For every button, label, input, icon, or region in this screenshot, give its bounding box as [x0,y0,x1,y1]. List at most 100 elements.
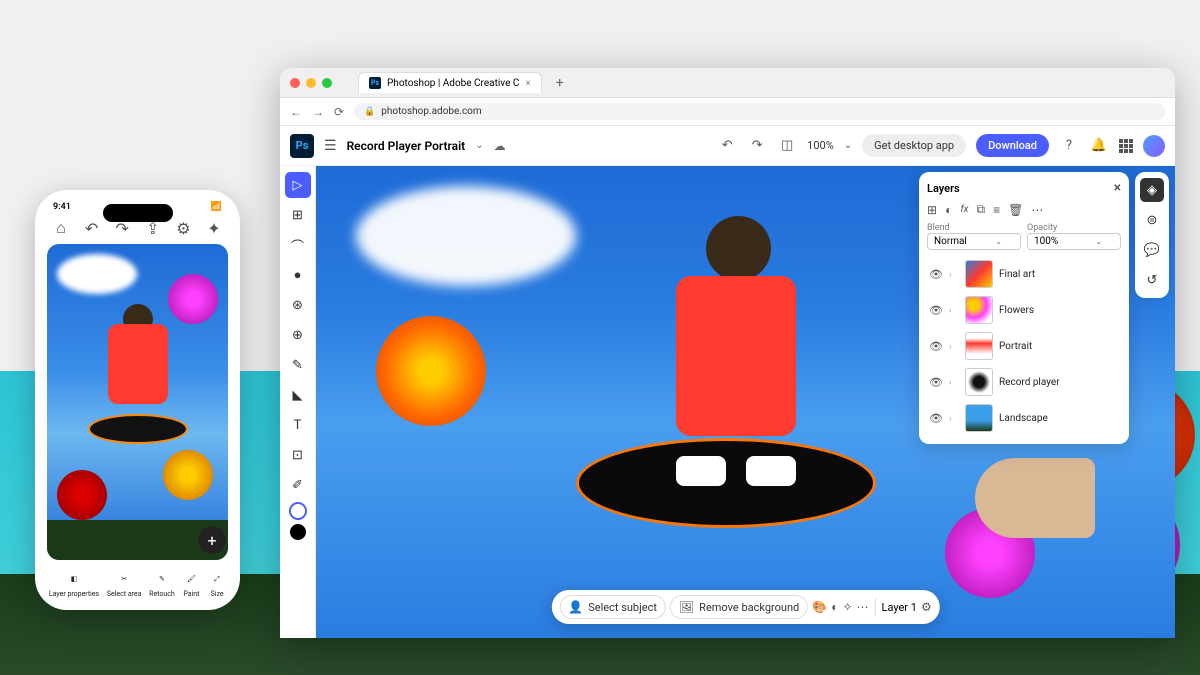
comments-icon[interactable]: 💬 [1140,238,1164,262]
type-tool[interactable]: T [285,412,311,438]
canvas-flower [168,274,218,324]
add-button[interactable]: + [198,526,226,554]
fx-icon[interactable]: fx [960,204,968,215]
apps-grid-icon[interactable] [1119,139,1133,153]
hamburger-icon[interactable]: ☰ [324,138,337,154]
visibility-icon[interactable]: 👁 [929,340,943,353]
transform-tool[interactable]: ⊞ [285,202,311,228]
zoom-level[interactable]: 100% [807,139,834,152]
right-rail: ◈ ⊜ 💬 ↺ [1135,172,1169,298]
layers-icon[interactable]: ◈ [1140,178,1164,202]
chevron-right-icon[interactable]: › [949,306,959,315]
foreground-color[interactable] [289,502,307,520]
move-tool[interactable]: ▷ [285,172,311,198]
chevron-down-icon[interactable]: ⌄ [844,140,852,151]
trash-icon[interactable]: 🗑 [1008,203,1023,217]
background-color[interactable] [290,524,306,540]
chevron-down-icon[interactable]: ⌄ [475,140,483,151]
panels-icon[interactable]: ◫ [777,138,797,153]
forward-icon[interactable]: → [312,105,324,119]
camera-icon[interactable]: ⧉ [977,202,986,217]
more-icon[interactable]: ⋯ [857,600,869,614]
browser-tab[interactable]: Ps Photoshop | Adobe Creative C × [358,72,542,93]
reload-icon[interactable]: ⟳ [334,105,344,119]
brush-tool[interactable]: ✎ [285,352,311,378]
get-desktop-button[interactable]: Get desktop app [862,134,966,157]
canvas[interactable]: 👤Select subject 🖼Remove background 🎨 ◐ ✧… [316,166,1175,638]
left-toolbar: ▷ ⊞ ⌒ ● ⊛ ⊕ ✎ ◣ T ⊡ ✐ [280,166,316,638]
opacity-select[interactable]: 100%⌄ [1027,233,1121,250]
fill-icon[interactable]: 🎨 [812,600,827,614]
document-title[interactable]: Record Player Portrait [347,139,466,153]
visibility-icon[interactable]: 👁 [929,376,943,389]
home-icon[interactable]: ⌂ [53,220,69,236]
visibility-icon[interactable]: 👁 [929,304,943,317]
eyedropper-tool[interactable]: ✐ [285,472,311,498]
share-icon[interactable]: ⇪ [145,220,161,236]
blend-label: Blend [927,223,1021,233]
lock-icon: 🔒 [364,107,375,117]
undo-icon[interactable]: ↶ [717,138,737,153]
crop-tool[interactable]: ⊡ [285,442,311,468]
adjust-icon[interactable]: ◐ [831,600,838,614]
tool-layer-properties[interactable]: ◧Layer properties [49,570,99,598]
new-tab-button[interactable]: + [556,75,564,91]
tab-title: Photoshop | Adobe Creative C [387,78,519,89]
tool-label: Layer properties [49,590,99,598]
layer-row[interactable]: 👁›Landscape [927,400,1121,436]
avatar[interactable] [1143,135,1165,157]
tab-close-icon[interactable]: × [525,78,530,89]
remove-bg-button[interactable]: 🖼Remove background [670,595,808,619]
select-subject-button[interactable]: 👤Select subject [559,595,666,619]
active-layer-label[interactable]: Layer 1 [882,601,917,614]
stack-icon[interactable]: ≡ [993,203,1000,217]
lasso-tool[interactable]: ⌒ [285,232,311,258]
tool-size[interactable]: ⤢Size [208,570,226,598]
layer-row[interactable]: 👁›Flowers [927,292,1121,328]
chevron-right-icon[interactable]: › [949,378,959,387]
layer-row[interactable]: 👁›Record player [927,364,1121,400]
back-icon[interactable]: ← [290,105,302,119]
tool-select-area[interactable]: ✂Select area [107,570,142,598]
effects-icon[interactable]: ✧ [842,600,852,614]
browser-url-bar: ← → ⟳ 🔒 photoshop.adobe.com [280,98,1175,126]
adjustments-icon[interactable]: ⊜ [1140,208,1164,232]
sparkle-icon[interactable]: ✦ [206,220,222,236]
redo-icon[interactable]: ↷ [747,138,767,153]
more-icon[interactable]: ⋯ [1031,203,1043,217]
heal-tool[interactable]: ⊛ [285,292,311,318]
url-field[interactable]: 🔒 photoshop.adobe.com [354,103,1165,120]
download-button[interactable]: Download [976,134,1049,157]
layer-thumb [965,332,993,360]
clone-tool[interactable]: ⊕ [285,322,311,348]
ps-logo[interactable]: Ps [290,134,314,158]
redo-icon[interactable]: ↷ [114,220,130,236]
layer-thumb [965,404,993,432]
visibility-icon[interactable]: 👁 [929,268,943,281]
window-controls[interactable] [290,78,332,88]
cloud-icon[interactable]: ☁ [494,139,506,153]
close-icon[interactable]: × [1114,180,1121,196]
header-right: ↶ ↷ ◫ 100% ⌄ Get desktop app Download ? … [717,134,1165,157]
undo-icon[interactable]: ↶ [84,220,100,236]
bell-icon[interactable]: 🔔 [1089,138,1109,153]
history-icon[interactable]: ↺ [1140,268,1164,292]
add-layer-icon[interactable]: ⊞ [927,203,937,217]
chevron-right-icon[interactable]: › [949,414,959,423]
mask-icon[interactable]: ◐ [945,203,952,217]
layer-row[interactable]: 👁›Portrait [927,328,1121,364]
help-icon[interactable]: ? [1059,138,1079,153]
canvas-flower [376,316,486,426]
tool-paint[interactable]: 🖌Paint [182,570,200,598]
brush-select-tool[interactable]: ● [285,262,311,288]
chevron-right-icon[interactable]: › [949,270,959,279]
visibility-icon[interactable]: 👁 [929,412,943,425]
settings-icon[interactable]: ⚙ [175,220,191,236]
layer-row[interactable]: 👁›Final art [927,256,1121,292]
blend-select[interactable]: Normal⌄ [927,233,1021,250]
sliders-icon[interactable]: ⚙ [921,600,932,614]
phone-canvas[interactable] [47,244,228,560]
chevron-right-icon[interactable]: › [949,342,959,351]
tool-retouch[interactable]: ✎Retouch [149,570,175,598]
eraser-tool[interactable]: ◣ [285,382,311,408]
